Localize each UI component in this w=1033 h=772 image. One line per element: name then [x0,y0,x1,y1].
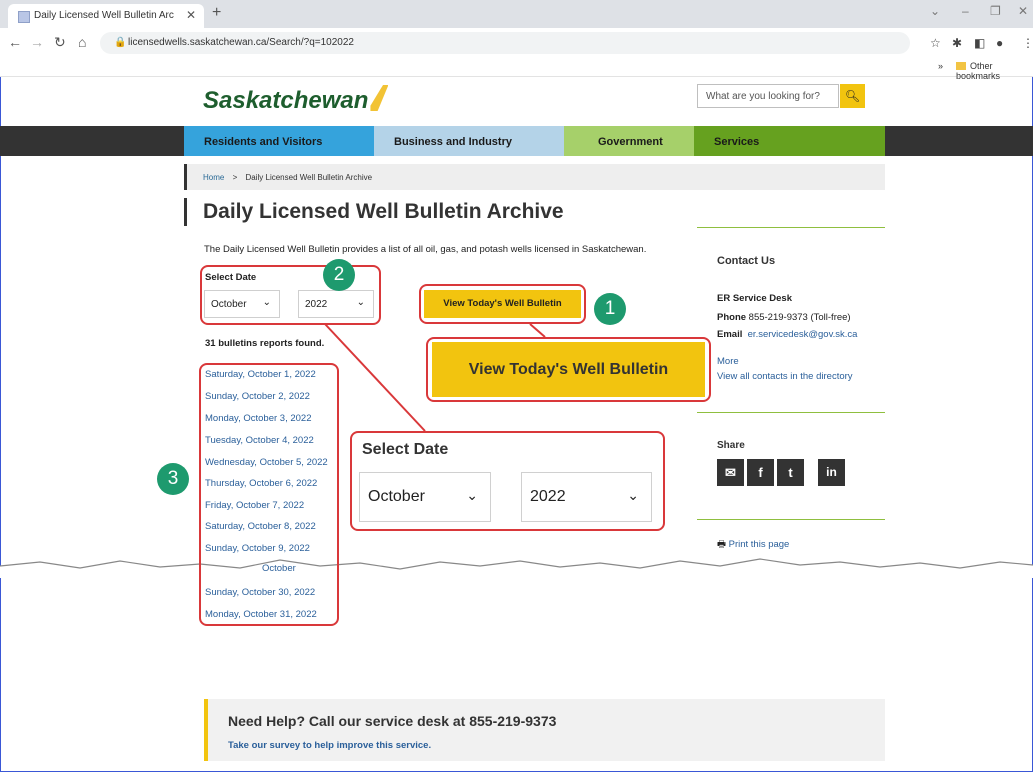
directory-line: View all contacts in the directory [717,371,853,382]
folder-icon [956,62,966,70]
linkedin-icon[interactable]: in [818,459,845,486]
restore-icon[interactable]: ❐ [990,4,1001,18]
reload-icon[interactable]: ↻ [54,34,66,51]
more-link[interactable]: More [717,356,739,367]
sidebar-divider [697,412,885,413]
search-input[interactable]: What are you looking for? [697,84,839,108]
forward-icon[interactable]: → [30,34,44,50]
help-banner: Need Help? Call our service desk at 855-… [204,699,885,761]
breadcrumb-current: Daily Licensed Well Bulletin Archive [245,173,373,182]
bookmarks-bar: » Other bookmarks [0,58,1033,81]
email-label: Email [717,329,743,340]
breadcrumb-home[interactable]: Home [203,173,224,182]
menu-icon[interactable]: ⋮ [1022,36,1033,50]
nav-business[interactable]: Business and Industry [374,126,564,156]
zoomed-year-value: 2022 [530,488,566,505]
survey-link[interactable]: Take our survey to help improve this ser… [228,740,431,751]
search-icon: 🔍︎ [844,89,861,103]
close-window-icon[interactable]: ✕ [1018,4,1028,18]
search-button[interactable]: 🔍︎ [840,84,865,108]
help-heading: Need Help? Call our service desk at 855-… [228,713,557,729]
extensions-icon[interactable]: ✱ [952,36,962,50]
twitter-icon[interactable]: t [777,459,804,486]
site-header: Saskatchewan What are you looking for? 🔍… [0,76,1033,126]
nav-services[interactable]: Services [694,126,885,156]
page-intro: The Daily Licensed Well Bulletin provide… [204,244,647,255]
url-text: licensedwells.saskatchewan.ca/Search/?q=… [128,37,354,48]
lock-icon: 🔒 [114,37,127,48]
page-favicon-icon [18,11,30,23]
profile-icon[interactable]: ● [996,36,1003,50]
new-tab-icon[interactable]: + [212,4,221,22]
nav-government[interactable]: Government [564,126,694,156]
bookmark-star-icon[interactable]: ☆ [930,36,941,50]
print-link: Print this page [728,539,790,550]
page-title: Daily Licensed Well Bulletin Archive [184,198,564,226]
nav-residents[interactable]: Residents and Visitors [184,126,374,156]
zoomed-month-value: October [368,488,425,505]
print-icon: 🖶 [717,539,726,550]
minimize-icon[interactable]: – [962,4,969,18]
phone-label: Phone [717,312,747,323]
back-icon[interactable]: ← [8,34,22,50]
torn-edge [0,558,1033,578]
sidebar-divider [697,519,885,520]
more-link-line: More [717,356,739,367]
facebook-icon[interactable]: f [747,459,774,486]
contact-heading: Contact Us [717,255,776,267]
directory-link[interactable]: View all contacts in the directory [717,371,853,382]
zoomed-year-select: 2022 ⌄ [521,472,652,522]
chevron-down-icon: ⌄ [627,487,639,503]
bookmarks-overflow[interactable]: » [938,61,943,71]
breadcrumb: Home > Daily Licensed Well Bulletin Arch… [184,164,885,190]
print-page[interactable]: 🖶 Print this page [717,537,789,553]
tab-search-icon[interactable]: ⌄ [930,4,940,18]
close-tab-icon[interactable]: ✕ [186,8,196,22]
browser-toolbar: ← → ↻ ⌂ 🔒 licensedwells.saskatchewan.ca/… [0,28,1033,58]
phone-line: Phone 855-219-9373 (Toll-free) [717,312,851,323]
email-share-icon[interactable]: ✉ [717,459,744,486]
browser-tabstrip: Daily Licensed Well Bulletin Archi ✕ + ⌄… [0,0,1033,28]
phone-number: 855-219-9373 (Toll-free) [748,312,851,323]
wheat-logo-icon [370,85,389,111]
step-badge-1: 1 [594,293,626,325]
sidepanel-icon[interactable]: ◧ [974,36,985,50]
highlight-bulletin-list [199,363,339,626]
highlight-view-button [419,284,586,324]
results-count: 31 bulletins reports found. [205,338,325,349]
logo-text: Saskatchewan [203,87,369,114]
breadcrumb-separator: > [232,173,238,182]
tab-title: Daily Licensed Well Bulletin Archi [34,10,174,21]
main-nav: Residents and Visitors Business and Indu… [0,126,1033,156]
zoomed-view-button: View Today's Well Bulletin [432,342,705,397]
browser-tab[interactable]: Daily Licensed Well Bulletin Archi ✕ [8,4,204,28]
address-bar[interactable]: 🔒 licensedwells.saskatchewan.ca/Search/?… [100,32,910,54]
email-line: Email er.servicedesk@gov.sk.ca [717,329,857,340]
service-desk-name: ER Service Desk [717,293,792,304]
step-badge-3: 3 [157,463,189,495]
step-badge-2: 2 [323,259,355,291]
site-logo[interactable]: Saskatchewan [203,85,389,115]
chevron-down-icon: ⌄ [466,487,478,503]
share-heading: Share [717,440,745,451]
email-link[interactable]: er.servicedesk@gov.sk.ca [748,329,858,340]
zoomed-select-date-label: Select Date [362,441,449,458]
home-icon[interactable]: ⌂ [78,34,86,50]
zoomed-month-select: October ⌄ [359,472,491,522]
sidebar-divider [697,227,885,228]
